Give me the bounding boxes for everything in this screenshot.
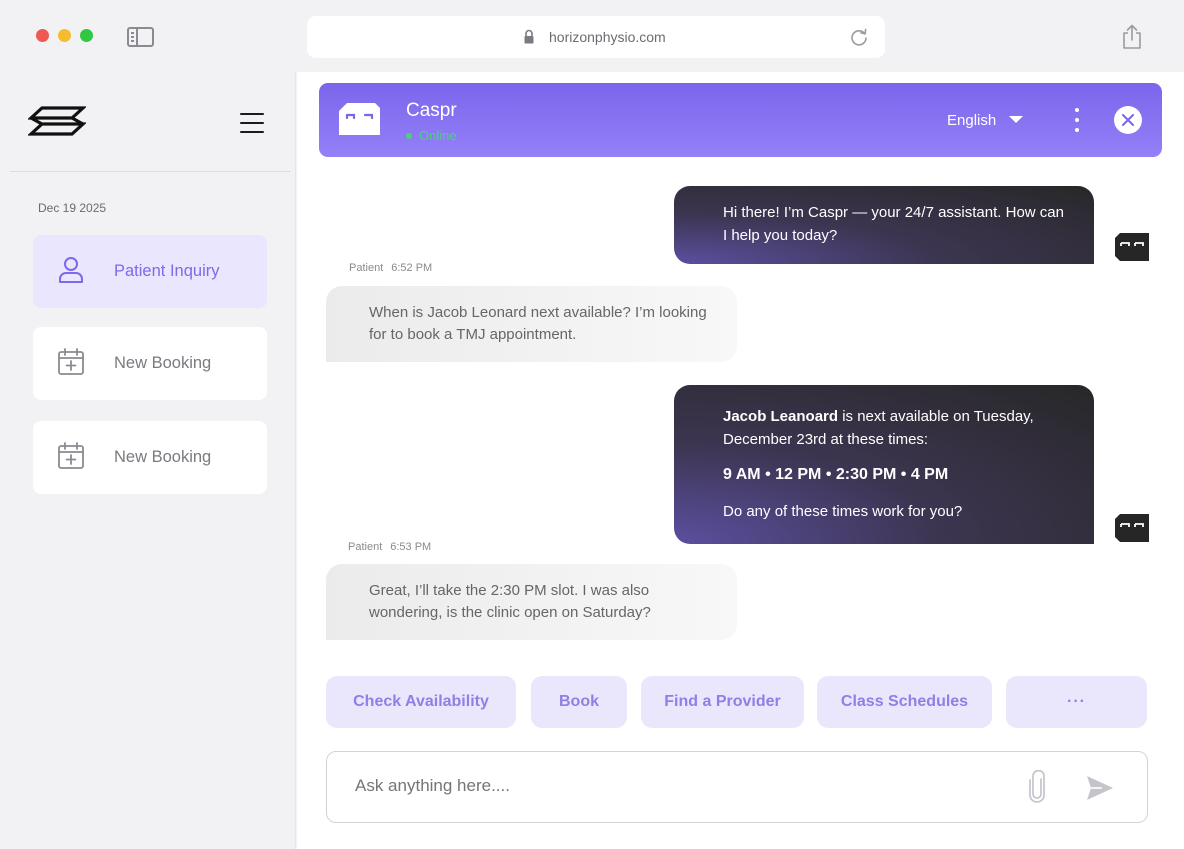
sender-label: Patient [349,262,384,274]
message-composer [326,751,1148,823]
sidebar-item-label: New Booking [114,448,212,466]
send-icon[interactable] [1086,775,1114,801]
window-minimize-dot[interactable] [58,29,71,42]
conversation-date: Dec 19 2025 [38,201,107,215]
timestamp: 6:53 PM [390,541,432,553]
url-text: horizonphysio.com [549,29,666,45]
sidebar-divider [10,171,291,172]
chat-header: Caspr Online English [319,83,1162,157]
address-bar[interactable]: horizonphysio.com [307,16,885,58]
chevron-down-icon[interactable] [1009,116,1023,123]
quick-action-check-availability[interactable]: Check Availability [326,676,516,728]
sidebar-item-label: New Booking [114,354,212,372]
language-select[interactable]: English [947,112,996,129]
paperclip-icon[interactable] [1027,770,1047,804]
message-text: Hi there! I’m Caspr — your 24/7 assistan… [723,204,1064,244]
bot-avatar-icon [1115,233,1149,261]
browser-chrome: horizonphysio.com [0,0,1184,72]
provider-name: Jacob Leanoard [723,408,839,425]
timestamp: 6:52 PM [391,262,433,274]
bot-message: Hi there! I’m Caspr — your 24/7 assistan… [674,186,1094,264]
quick-action-find-provider[interactable]: Find a Provider [641,676,804,728]
user-icon [59,257,83,283]
sidebar-item-new-booking[interactable]: New Booking [33,421,267,494]
brand-logo [28,106,86,136]
quick-action-more[interactable]: ··· [1006,676,1147,728]
bot-message: Jacob Leanoard is next available on Tues… [674,385,1094,544]
available-times: 9 AM • 12 PM • 2:30 PM • 4 PM [723,466,949,483]
sidebar-item-patient-inquiry[interactable]: Patient Inquiry [33,235,267,308]
message-meta: Patient 6:52 PM [349,262,432,274]
window-zoom-dot[interactable] [80,29,93,42]
lock-icon [524,29,534,44]
message-text: When is Jacob Leonard next available? I’… [369,304,707,343]
user-message: When is Jacob Leonard next available? I’… [326,286,737,362]
sidebar-item-label: Patient Inquiry [114,262,220,280]
sender-label: Patient [348,541,383,553]
message-meta: Patient 6:53 PM [348,541,431,553]
message-question: Do any of these times work for you? [723,503,963,520]
quick-action-book[interactable]: Book [531,676,627,728]
calendar-plus-icon [58,348,84,375]
message-text: Great, I’ll take the 2:30 PM slot. I was… [369,582,651,621]
close-icon [1122,114,1134,126]
sidebar: Dec 19 2025 Patient Inquiry New Booking … [0,72,296,849]
message-text: Jacob Leanoard is next available on Tues… [723,405,1064,451]
user-message: Great, I’ll take the 2:30 PM slot. I was… [326,564,737,640]
quick-action-class-schedules[interactable]: Class Schedules [817,676,992,728]
sidebar-toggle-icon[interactable] [127,27,154,47]
more-options-icon[interactable] [1074,108,1080,134]
bot-name: Caspr [406,100,457,121]
share-icon[interactable] [1121,24,1143,50]
bot-avatar-icon [1115,514,1149,542]
hamburger-menu-icon[interactable] [240,113,264,133]
close-chat-button[interactable] [1114,106,1142,134]
message-input[interactable] [355,776,955,796]
calendar-plus-icon [58,442,84,469]
window-close-dot[interactable] [36,29,49,42]
bot-avatar-icon [339,103,380,135]
bot-status: Online [406,128,457,143]
sidebar-item-new-booking[interactable]: New Booking [33,327,267,400]
chat-panel: Caspr Online English Hi there! I’m Caspr… [297,72,1184,849]
reload-icon[interactable] [849,27,869,47]
